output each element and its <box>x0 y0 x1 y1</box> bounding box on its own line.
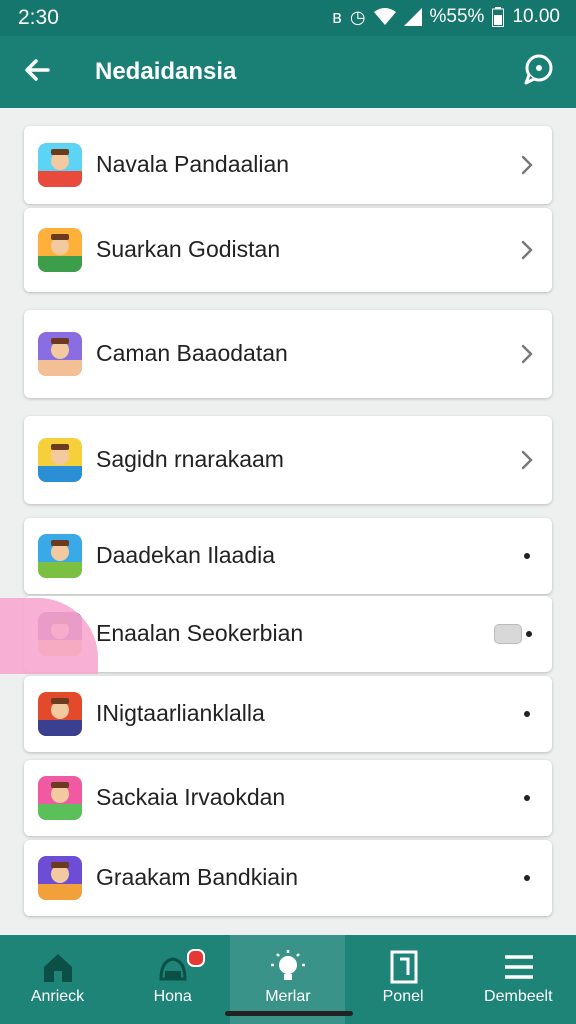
dot-icon <box>524 711 530 717</box>
list-item[interactable]: Daadekan Ilaadia <box>24 518 552 594</box>
chevron-right-icon <box>521 240 533 260</box>
list-item[interactable]: INigtaarlianklalla <box>24 676 552 752</box>
list-item-label: Daadekan Ilaadia <box>96 542 276 568</box>
nav-item-notification[interactable]: Hona <box>115 935 230 1024</box>
battery-icon <box>492 7 505 27</box>
dot-icon <box>524 795 530 801</box>
lightbulb-icon <box>271 950 306 980</box>
wifi-icon <box>373 8 396 25</box>
list-item[interactable]: Caman Baaodatan <box>24 310 552 398</box>
nav-label: Ponel <box>382 988 424 1005</box>
status-bar: 2:30 ʙ ◷ %55% 10.00 <box>0 0 576 36</box>
page-title: Nedaidansia <box>95 58 237 85</box>
alarm-icon: ◷ <box>349 7 366 27</box>
status-time: 2:30 <box>18 6 59 29</box>
game-icon <box>38 438 82 482</box>
signal-icon <box>403 8 422 26</box>
list-item-label: Suarkan Godistan <box>96 236 281 262</box>
game-icon <box>38 228 82 272</box>
dot-icon <box>526 631 532 637</box>
dot-icon <box>524 553 530 559</box>
list-item-label: Caman Baaodatan <box>96 340 288 366</box>
list-item[interactable]: Suarkan Godistan <box>24 208 552 292</box>
list-item[interactable]: Enaalan Seokerbian <box>24 596 552 672</box>
list-item-label: INigtaarlianklalla <box>96 700 265 726</box>
list-item-label: Navala Pandaalian <box>96 151 290 177</box>
toggle-switch[interactable] <box>494 624 522 644</box>
nav-item-panel[interactable]: Ponel <box>346 935 461 1024</box>
status-clock: 10.00 <box>512 6 560 27</box>
chevron-right-icon <box>521 155 533 175</box>
list-item-label: Graakam Bandkiain <box>96 864 298 890</box>
list-item[interactable]: Sackaia Irvaokdan <box>24 760 552 836</box>
chevron-right-icon <box>521 344 533 364</box>
nav-label: Dembeelt <box>484 988 553 1005</box>
game-icon <box>38 143 82 187</box>
nav-label: Hona <box>153 988 192 1005</box>
status-icons: ʙ ◷ %55% 10.00 <box>332 6 560 28</box>
arrow-back-icon[interactable] <box>18 50 58 90</box>
chevron-right-icon <box>521 450 533 470</box>
nav-item-home[interactable]: Anrieck <box>0 935 115 1024</box>
list-item[interactable]: Sagidn rnarakaam <box>24 416 552 504</box>
list-item-label: Sackaia Irvaokdan <box>96 784 286 810</box>
list-item-label: Sagidn rnarakaam <box>96 446 284 472</box>
bluetooth-icon: ʙ <box>332 7 342 27</box>
nav-item-menu[interactable]: Dembeelt <box>461 935 576 1024</box>
notification-badge <box>187 949 206 967</box>
game-icon <box>38 692 82 736</box>
game-icon <box>38 776 82 820</box>
nav-label: Anrieck <box>30 988 85 1005</box>
battery-percent: %55% <box>429 6 485 27</box>
home-indicator <box>225 1011 353 1016</box>
app-bar: Nedaidansia <box>0 36 576 108</box>
home-icon <box>44 954 72 982</box>
menu-icon <box>504 955 533 979</box>
notification-icon <box>159 957 187 981</box>
game-icon <box>38 534 82 578</box>
list-item[interactable]: Navala Pandaalian <box>24 126 552 204</box>
list-item[interactable]: Graakam Bandkiain <box>24 840 552 916</box>
game-icon <box>38 332 82 376</box>
chat-bubble-icon[interactable] <box>518 50 558 90</box>
game-icon <box>38 856 82 900</box>
nav-label: Merlar <box>265 988 311 1005</box>
list-item-label: Enaalan Seokerbian <box>96 620 304 646</box>
dot-icon <box>524 875 530 881</box>
panel-icon <box>390 950 418 984</box>
